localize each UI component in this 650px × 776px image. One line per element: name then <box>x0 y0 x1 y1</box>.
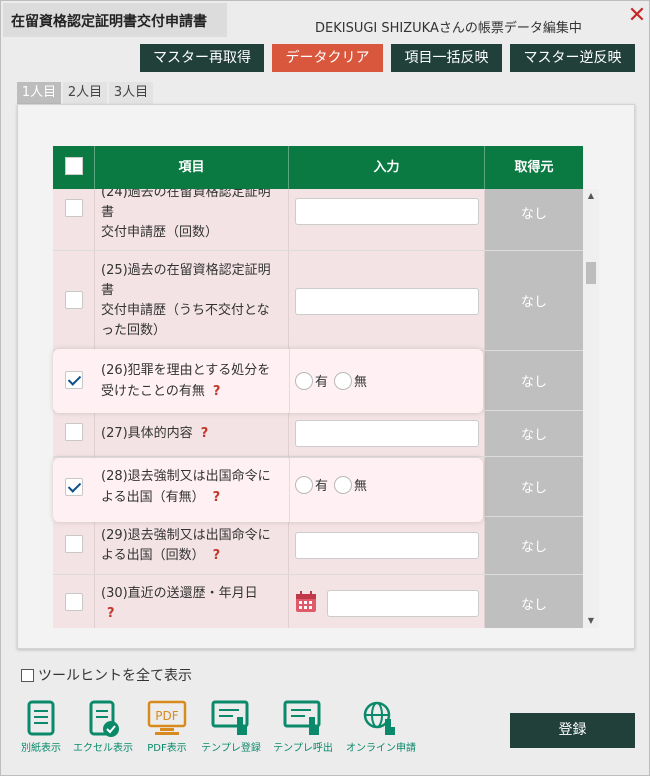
tool-online-apply[interactable]: オンライン申請 <box>343 699 419 754</box>
template-call-icon <box>283 700 321 735</box>
window-title: 在留資格認定証明書交付申請書 <box>3 3 227 37</box>
row-label: (24)過去の在留資格認定証明書 交付申請歴（回数） <box>95 189 289 250</box>
highlighted-row: (26)犯罪を理由とする処分を受けたことの有無? 有 無 <box>53 349 483 413</box>
register-button[interactable]: 登録 <box>510 713 635 748</box>
scroll-thumb[interactable] <box>586 262 596 284</box>
help-icon[interactable]: ? <box>213 384 221 399</box>
tool-excel[interactable]: エクセル表示 <box>73 699 133 754</box>
row-label: (29)退去強制又は出国命令による出国（回数）? <box>101 527 271 563</box>
row-label: (27)具体的内容 <box>101 425 193 441</box>
svg-text:PDF: PDF <box>155 709 178 723</box>
table-row: (25)過去の在留資格認定証明書 交付申請歴（うち不交付となった回数） なし <box>53 251 583 351</box>
radio-no[interactable] <box>334 371 353 390</box>
row-label: (26)犯罪を理由とする処分を受けたことの有無 <box>101 363 271 399</box>
row-source: なし <box>485 251 583 350</box>
radio-group: 有 無 <box>295 475 373 494</box>
radio-no[interactable] <box>334 475 353 494</box>
online-globe-icon <box>363 701 395 735</box>
help-icon[interactable]: ? <box>213 548 221 563</box>
tool-template-call[interactable]: テンプレ呼出 <box>271 699 335 754</box>
tooltip-checkbox[interactable] <box>21 668 34 682</box>
scrollbar[interactable]: ▲ ▼ <box>583 189 599 628</box>
row-label: (28)退去強制又は出国命令による出国（有無） <box>101 469 271 505</box>
radio-group: 有 無 <box>295 371 373 390</box>
row-checkbox[interactable] <box>65 199 83 217</box>
row-checkbox[interactable] <box>65 593 83 611</box>
count-input[interactable] <box>295 288 479 315</box>
close-icon[interactable]: ✕ <box>625 5 649 29</box>
dialog-window: 在留資格認定証明書交付申請書 DEKISUGI SHIZUKAさんの帳票データ編… <box>0 0 650 776</box>
tool-appendix[interactable]: 別紙表示 <box>15 699 67 754</box>
row-checkbox[interactable] <box>65 423 83 441</box>
row-source: なし <box>485 189 583 250</box>
tool-pdf[interactable]: PDF PDF表示 <box>141 699 193 754</box>
header-check-cell <box>53 146 95 189</box>
detail-input[interactable] <box>295 420 479 447</box>
table-row: (27)具体的内容 ? なし <box>53 411 583 457</box>
bulk-apply-button[interactable]: 項目一括反映 <box>391 44 502 72</box>
scroll-up-icon[interactable]: ▲ <box>583 189 599 203</box>
tooltip-toggle[interactable]: ツールヒントを全て表示 <box>21 665 192 685</box>
calendar-icon[interactable] <box>295 591 317 613</box>
template-register-icon <box>211 700 249 735</box>
row-label: (30)直近の送還歴・年月日? <box>101 585 258 621</box>
scroll-down-icon[interactable]: ▼ <box>583 614 599 628</box>
count-input[interactable] <box>295 532 479 559</box>
row-source: なし <box>485 575 583 628</box>
table-row: (30)直近の送還歴・年月日? なし <box>53 575 583 628</box>
help-icon[interactable]: ? <box>107 606 115 621</box>
select-all-checkbox[interactable] <box>65 157 83 175</box>
master-reload-button[interactable]: マスター再取得 <box>140 44 264 72</box>
row-source: なし <box>485 411 583 456</box>
row-checkbox-checked[interactable] <box>65 478 83 496</box>
document-icon <box>27 700 55 736</box>
tab-person-3[interactable]: 3人目 <box>109 82 153 104</box>
editing-status: DEKISUGI SHIZUKAさんの帳票データ編集中 <box>315 21 582 36</box>
row-source: なし <box>485 457 583 516</box>
row-source: なし <box>485 351 583 410</box>
excel-check-icon <box>89 700 119 737</box>
header-item: 項目 <box>95 146 289 189</box>
table-header: 項目 入力 取得元 <box>53 146 583 189</box>
radio-yes[interactable] <box>295 475 313 494</box>
row-label: (25)過去の在留資格認定証明書 交付申請歴（うち不交付となった回数） <box>95 251 289 350</box>
header-input: 入力 <box>289 146 485 189</box>
table-row: (24)過去の在留資格認定証明書 交付申請歴（回数） なし <box>53 189 583 251</box>
header-source: 取得元 <box>514 160 554 175</box>
master-reverse-button[interactable]: マスター逆反映 <box>510 44 635 72</box>
row-checkbox[interactable] <box>65 291 83 309</box>
radio-yes[interactable] <box>295 371 313 390</box>
tool-template-register[interactable]: テンプレ登録 <box>201 699 261 754</box>
date-input[interactable] <box>327 590 479 617</box>
count-input[interactable] <box>295 198 479 225</box>
row-checkbox-checked[interactable] <box>65 371 83 389</box>
data-clear-button[interactable]: データクリア <box>272 44 383 72</box>
highlighted-row: (28)退去強制又は出国命令による出国（有無）? 有 無 <box>53 458 483 522</box>
row-source: なし <box>485 517 583 574</box>
pdf-icon: PDF <box>147 700 187 735</box>
help-icon[interactable]: ? <box>201 424 209 444</box>
tab-person-1[interactable]: 1人目 <box>17 82 61 104</box>
row-checkbox[interactable] <box>65 535 83 553</box>
tooltip-label: ツールヒントを全て表示 <box>38 668 192 684</box>
tab-person-2[interactable]: 2人目 <box>63 82 107 104</box>
table-row: (29)退去強制又は出国命令による出国（回数）? なし <box>53 517 583 575</box>
help-icon[interactable]: ? <box>213 490 221 505</box>
